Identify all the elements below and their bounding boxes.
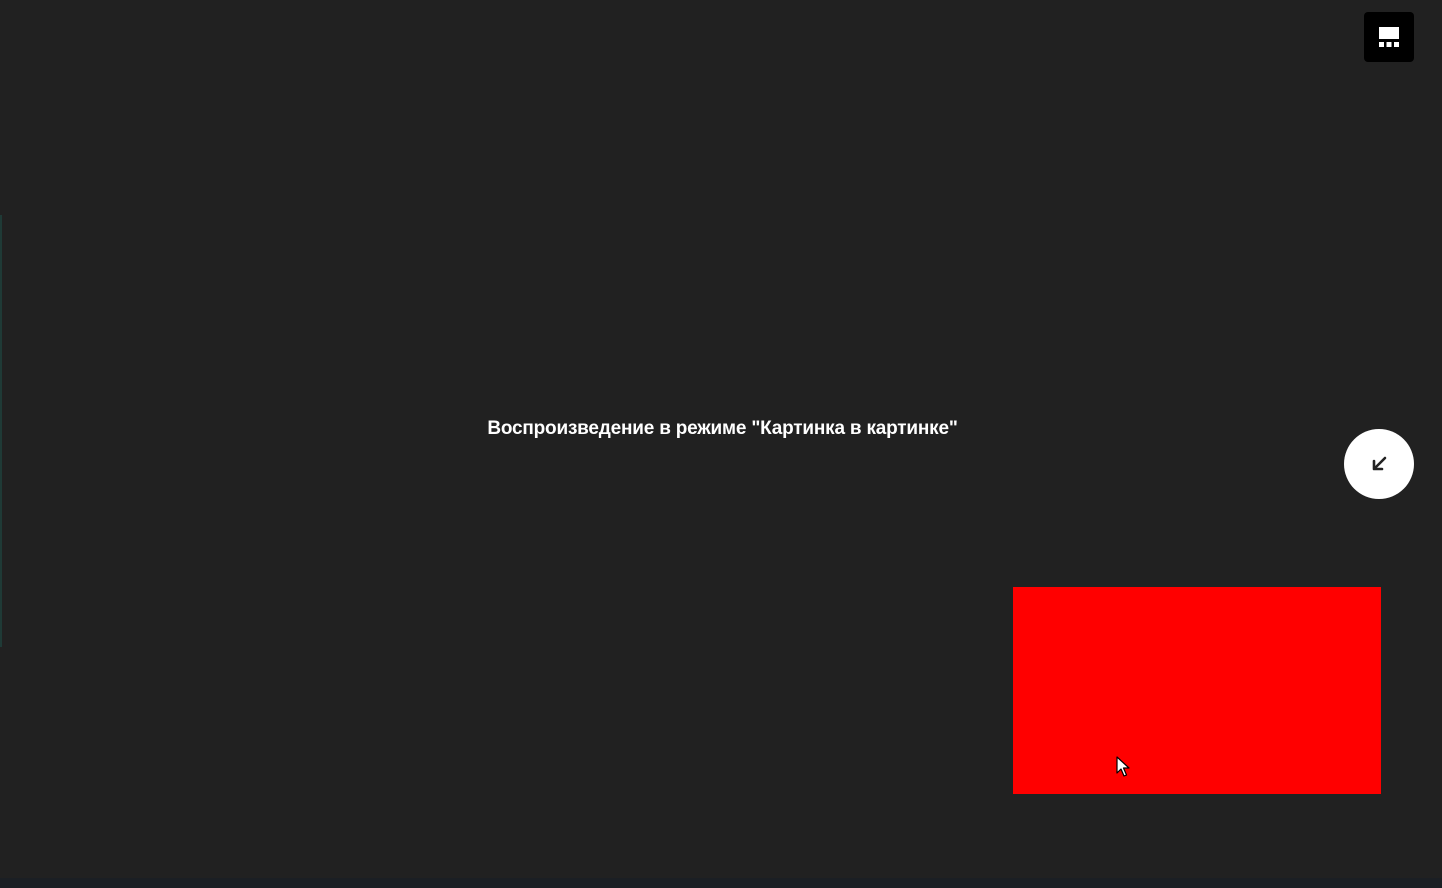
pip-status-message: Воспроизведение в режиме "Картинка в кар…: [487, 418, 958, 439]
picture-in-picture-icon: [1379, 27, 1399, 47]
mouse-pointer-icon: [1116, 756, 1130, 777]
return-from-pip-button[interactable]: [1344, 429, 1414, 499]
pip-player-stage: Воспроизведение в режиме "Картинка в кар…: [0, 0, 1442, 888]
picture-in-picture-button[interactable]: [1364, 12, 1414, 62]
bottom-edge-bar: [0, 878, 1442, 888]
pip-video-window[interactable]: [1013, 587, 1381, 794]
arrow-down-left-icon: [1372, 456, 1387, 471]
